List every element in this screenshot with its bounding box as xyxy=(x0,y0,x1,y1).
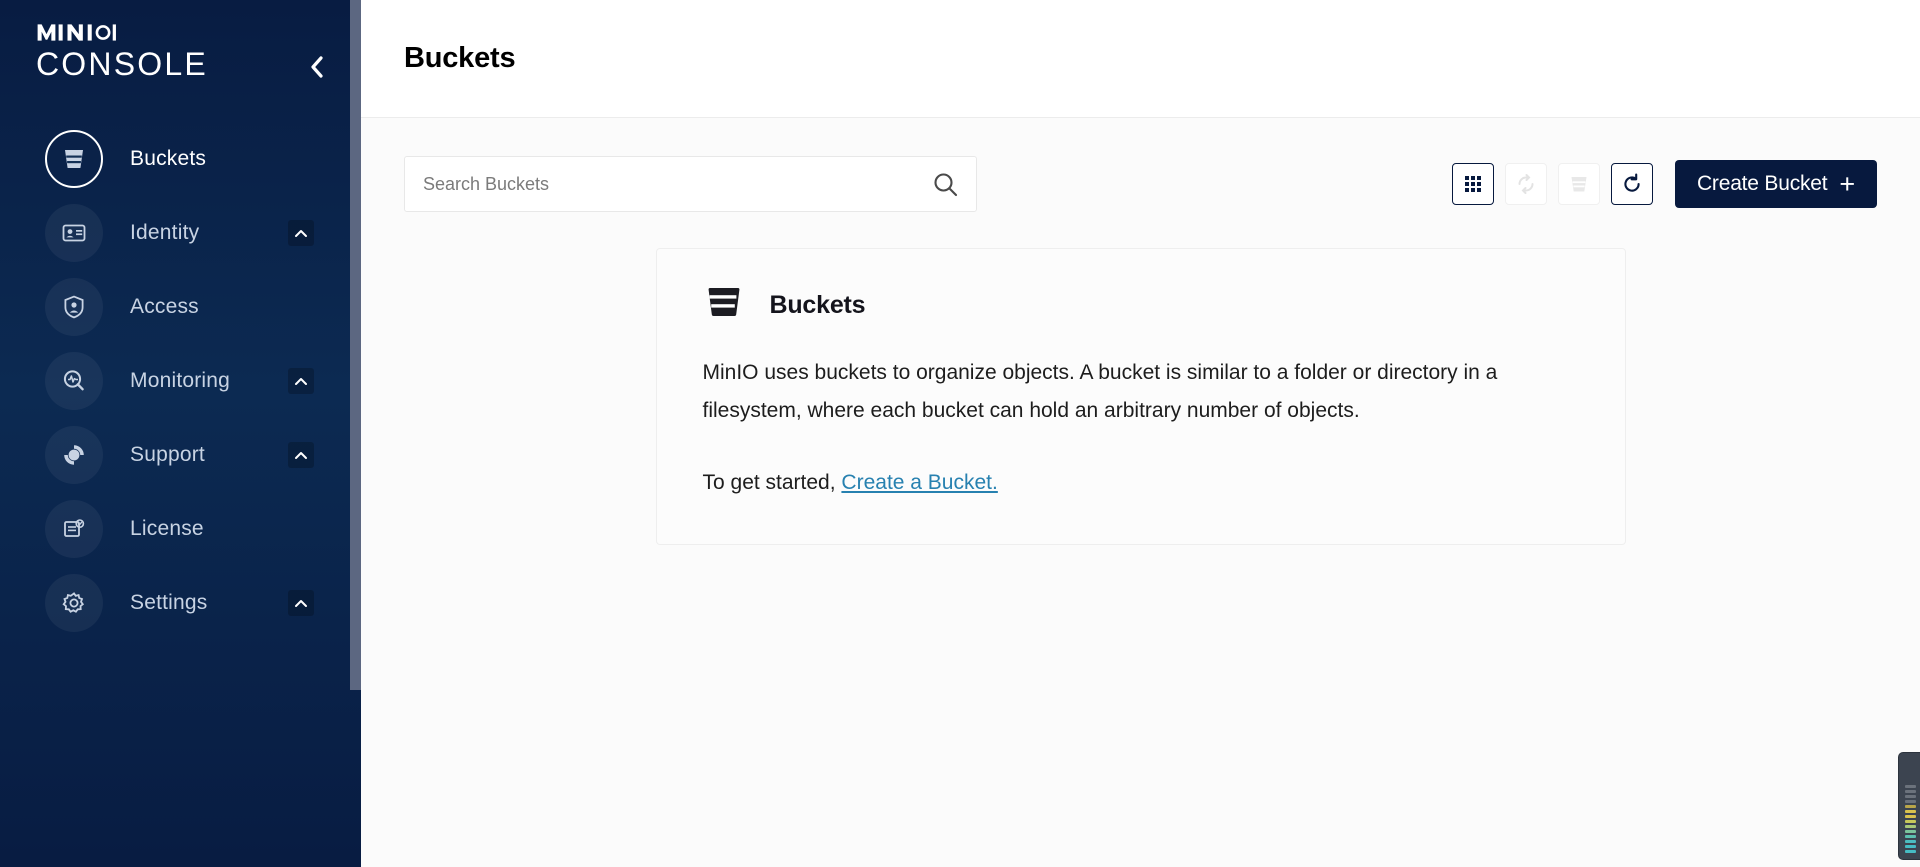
app-root: CONSOLE Buckets Identity Access Monitori… xyxy=(0,0,1920,867)
lock-user-icon xyxy=(45,278,103,336)
cta-prefix: To get started, xyxy=(702,471,842,494)
search-box[interactable] xyxy=(404,156,977,212)
support-icon xyxy=(45,426,103,484)
sidebar-nav: Buckets Identity Access Monitoring Suppo… xyxy=(0,122,361,640)
sidebar-item-label: Access xyxy=(130,295,199,318)
chevron-up-icon[interactable] xyxy=(288,368,314,394)
search-icon[interactable] xyxy=(932,171,959,198)
bucket-icon xyxy=(1571,177,1587,192)
content-area: Create Bucket + Buckets xyxy=(361,118,1920,867)
card-paragraph: MinIO uses buckets to organize objects. … xyxy=(702,361,1498,422)
gauge-segment xyxy=(1905,840,1916,843)
main-content: Buckets Search Buckets Create Bucket + B… xyxy=(361,0,1920,867)
chevron-up-icon[interactable] xyxy=(288,590,314,616)
card-header: Buckets xyxy=(703,283,1579,328)
sidebar-item-label: License xyxy=(130,517,204,540)
buckets-info-card: Buckets MinIO uses buckets to organize o… xyxy=(655,248,1626,545)
bucket-icon xyxy=(45,130,103,188)
sidebar-item-settings[interactable]: Settings xyxy=(0,566,361,640)
sidebar-item-monitoring[interactable]: Monitoring xyxy=(0,344,361,418)
sidebar-item-label: Settings xyxy=(130,591,208,614)
search-input[interactable] xyxy=(423,173,932,195)
minio-wordmark-icon xyxy=(37,24,116,41)
create-bucket-button[interactable]: Create Bucket + xyxy=(1674,160,1877,208)
gauge-segment xyxy=(1905,790,1916,793)
sidebar-collapse-button[interactable] xyxy=(300,50,334,84)
create-bucket-label: Create Bucket xyxy=(1696,172,1828,195)
sidebar-item-identity[interactable]: Identity xyxy=(0,196,361,270)
gauge-segment xyxy=(1905,785,1916,788)
gauge-segment xyxy=(1905,850,1916,853)
delete-selected-button xyxy=(1557,163,1600,205)
sidebar-scrollbar[interactable] xyxy=(350,0,361,867)
gauge-segment xyxy=(1905,835,1916,838)
gauge-segment xyxy=(1905,820,1916,823)
plus-icon: + xyxy=(1839,168,1855,199)
bucket-icon xyxy=(703,283,743,328)
gauge-segment xyxy=(1905,825,1916,828)
gauge-segment xyxy=(1905,800,1916,803)
sidebar-scrollbar-thumb[interactable] xyxy=(350,0,361,690)
chevron-up-icon[interactable] xyxy=(288,442,314,468)
gauge-segment xyxy=(1905,810,1916,813)
chevron-up-icon[interactable] xyxy=(288,220,314,246)
sidebar-item-support[interactable]: Support xyxy=(0,418,361,492)
id-card-icon xyxy=(45,204,103,262)
sidebar-item-label: Identity xyxy=(130,221,200,244)
gauge-segment xyxy=(1905,805,1916,808)
gear-icon xyxy=(45,574,103,632)
card-cta: To get started, Create a Bucket. xyxy=(703,464,1579,502)
edge-gauge-widget[interactable] xyxy=(1898,752,1920,860)
refresh-button[interactable] xyxy=(1610,163,1653,205)
sidebar-item-label: Buckets xyxy=(130,147,207,170)
toolbar: Create Bucket + xyxy=(404,156,1877,212)
card-body: MinIO uses buckets to organize objects. … xyxy=(703,354,1579,502)
sidebar: CONSOLE Buckets Identity Access Monitori… xyxy=(0,0,361,867)
toolbar-actions: Create Bucket + xyxy=(1451,160,1877,208)
page-header: Buckets xyxy=(361,0,1920,118)
gauge-segment xyxy=(1905,830,1916,833)
tiles-view-button[interactable] xyxy=(1451,163,1494,205)
grid-icon xyxy=(1464,176,1481,192)
card-title: Buckets xyxy=(769,291,866,319)
license-icon xyxy=(45,500,103,558)
monitoring-icon xyxy=(45,352,103,410)
replication-button xyxy=(1504,163,1547,205)
sidebar-item-label: Support xyxy=(130,443,205,466)
chevron-left-icon xyxy=(310,56,323,78)
gauge-segment xyxy=(1905,815,1916,818)
sidebar-item-buckets[interactable]: Buckets xyxy=(0,122,361,196)
refresh-icon xyxy=(1624,173,1640,192)
create-a-bucket-link[interactable]: Create a Bucket. xyxy=(841,471,997,494)
sidebar-item-license[interactable]: License xyxy=(0,492,361,566)
gauge-segment xyxy=(1905,845,1916,848)
sidebar-item-access[interactable]: Access xyxy=(0,270,361,344)
sync-icon xyxy=(1518,174,1534,194)
gauge-segment xyxy=(1905,795,1916,798)
brand-logo[interactable]: CONSOLE xyxy=(0,0,361,110)
page-title: Buckets xyxy=(404,42,516,74)
sidebar-item-label: Monitoring xyxy=(130,369,231,392)
